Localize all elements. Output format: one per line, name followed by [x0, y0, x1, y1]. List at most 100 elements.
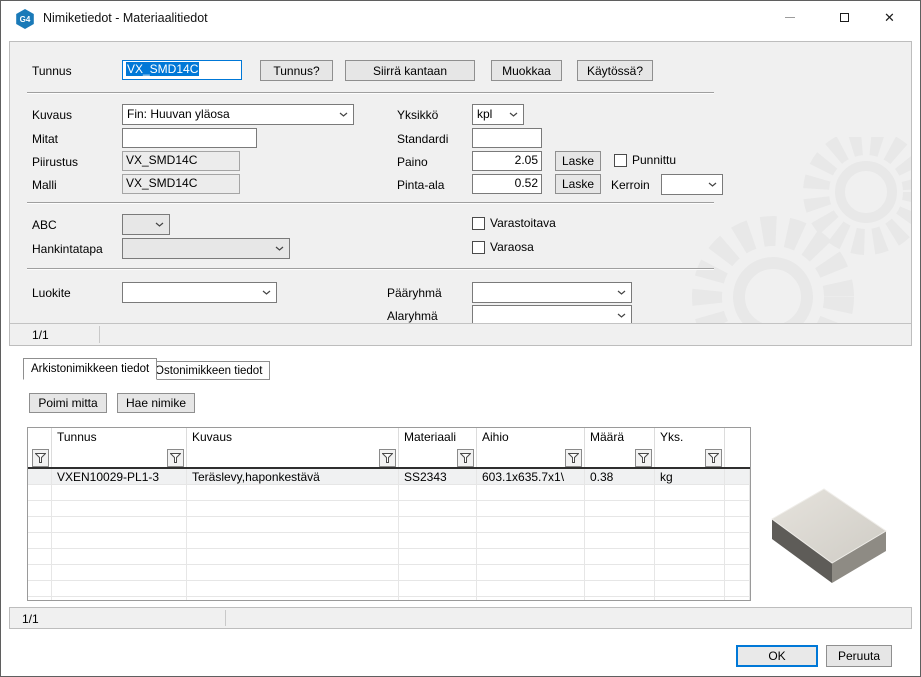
funnel-icon [170, 453, 181, 463]
maximize-button[interactable] [822, 1, 867, 33]
close-button[interactable]: ✕ [867, 1, 912, 33]
tunnus-label: Tunnus [32, 64, 72, 78]
paino-label: Paino [397, 155, 428, 169]
material-grid: Tunnus Kuvaus Materiaali Aihio Määrä Yks… [27, 427, 751, 601]
filter-cell-maara[interactable] [585, 448, 655, 467]
paino-input[interactable]: 2.05 [472, 151, 542, 171]
luokite-label: Luokite [32, 286, 71, 300]
poimi-mitta-button[interactable]: Poimi mitta [29, 393, 107, 413]
column-header-maara[interactable]: Määrä [585, 428, 655, 448]
column-header-tunnus[interactable]: Tunnus [52, 428, 187, 448]
paaryhma-combobox[interactable] [472, 282, 632, 303]
cell-yks[interactable]: kg [655, 469, 725, 484]
filter-funnel-button[interactable] [565, 449, 582, 467]
alaryhma-label: Alaryhmä [387, 309, 438, 323]
checkbox-box [472, 217, 485, 230]
gears-watermark-icon [681, 137, 911, 346]
grid-status-bar: 1/1 [9, 607, 912, 629]
abc-combobox[interactable] [122, 214, 170, 235]
hankintatapa-combobox[interactable] [122, 238, 290, 259]
hae-nimike-button[interactable]: Hae nimike [117, 393, 195, 413]
kerroin-combobox[interactable] [661, 174, 723, 195]
empty-table-row[interactable] [28, 565, 750, 581]
cell-aihio[interactable]: 603.1x635.7x1\ [477, 469, 585, 484]
empty-table-row[interactable] [28, 581, 750, 597]
punnittu-label: Punnittu [632, 153, 676, 167]
filter-cell-aihio[interactable] [477, 448, 585, 467]
material-form-panel: Tunnus VX_SMD14C Tunnus? Siirrä kantaan … [9, 41, 912, 346]
filter-cell-tunnus[interactable] [52, 448, 187, 467]
minimize-button[interactable] [767, 1, 812, 33]
laske-pinta-ala-button[interactable]: Laske [555, 174, 601, 194]
peruuta-button[interactable]: Peruuta [826, 645, 892, 667]
standardi-input[interactable] [472, 128, 542, 148]
filter-funnel-button[interactable] [379, 449, 396, 467]
yksikko-combobox[interactable]: kpl [472, 104, 524, 125]
row-selector-cell[interactable] [28, 469, 52, 484]
varastoitava-checkbox[interactable]: Varastoitava [472, 216, 556, 230]
empty-table-row[interactable] [28, 549, 750, 565]
empty-table-row[interactable] [28, 517, 750, 533]
row-selector-header [28, 428, 52, 448]
siirra-kantaan-button[interactable]: Siirrä kantaan [345, 60, 475, 81]
standardi-label: Standardi [397, 132, 448, 146]
column-header-materiaali[interactable]: Materiaali [399, 428, 477, 448]
empty-table-row[interactable] [28, 485, 750, 501]
cell-tunnus[interactable]: VXEN10029-PL1-3 [52, 469, 187, 484]
varaosa-checkbox[interactable]: Varaosa [472, 240, 534, 254]
piirustus-label: Piirustus [32, 155, 78, 169]
filter-cell-filler [725, 448, 750, 467]
luokite-combobox[interactable] [122, 282, 277, 303]
app-g4-icon: G4 [15, 9, 35, 29]
filter-cell-kuvaus[interactable] [187, 448, 399, 467]
filter-funnel-button[interactable] [705, 449, 722, 467]
empty-table-row[interactable] [28, 533, 750, 549]
chevron-down-icon [708, 182, 717, 187]
punnittu-checkbox[interactable]: Punnittu [614, 153, 676, 167]
pinta-ala-input[interactable]: 0.52 [472, 174, 542, 194]
kuvaus-combobox[interactable]: Fin: Huuvan yläosa [122, 104, 354, 125]
material-plate-3d-preview [764, 479, 894, 591]
cell-maara[interactable]: 0.38 [585, 469, 655, 484]
chevron-down-icon [617, 313, 626, 318]
mitat-input[interactable] [122, 128, 257, 148]
tunnus-input[interactable]: VX_SMD14C [122, 60, 242, 80]
filter-funnel-button[interactable] [635, 449, 652, 467]
checkbox-box [614, 154, 627, 167]
status-divider [225, 610, 226, 626]
separator [27, 202, 714, 204]
filter-funnel-button[interactable] [32, 449, 49, 467]
filter-cell-yks[interactable] [655, 448, 725, 467]
grid-record-counter: 1/1 [22, 612, 39, 626]
tab-ostonimikkeen-tiedot[interactable]: Ostonimikkeen tiedot [147, 361, 270, 380]
chevron-down-icon [155, 222, 164, 227]
column-header-kuvaus[interactable]: Kuvaus [187, 428, 399, 448]
cell-materiaali[interactable]: SS2343 [399, 469, 477, 484]
column-header-yks[interactable]: Yks. [655, 428, 725, 448]
tab-label: Arkistonimikkeen tiedot [31, 363, 149, 375]
chevron-down-icon [275, 246, 284, 251]
column-header-aihio[interactable]: Aihio [477, 428, 585, 448]
laske-paino-button[interactable]: Laske [555, 151, 601, 171]
form-record-status-bar: 1/1 [10, 323, 911, 345]
funnel-icon [708, 453, 719, 463]
muokkaa-button[interactable]: Muokkaa [491, 60, 562, 81]
tab-arkistonimikkeen-tiedot[interactable]: Arkistonimikkeen tiedot [23, 358, 157, 380]
kaytossa-button[interactable]: Käytössä? [577, 60, 653, 81]
filter-cell-materiaali[interactable] [399, 448, 477, 467]
kuvaus-value: Fin: Huuvan yläosa [127, 107, 230, 121]
checkbox-box [472, 241, 485, 254]
filter-funnel-button[interactable] [167, 449, 184, 467]
separator [27, 268, 714, 270]
varastoitava-label: Varastoitava [490, 216, 556, 230]
tunnus-query-button[interactable]: Tunnus? [260, 60, 333, 81]
yksikko-label: Yksikkö [397, 108, 438, 122]
empty-table-row[interactable] [28, 501, 750, 517]
cell-kuvaus[interactable]: Teräslevy,haponkestävä [187, 469, 399, 484]
funnel-icon [638, 453, 649, 463]
table-row[interactable]: VXEN10029-PL1-3 Teräslevy,haponkestävä S… [28, 469, 750, 485]
filter-funnel-button[interactable] [457, 449, 474, 467]
empty-table-row[interactable] [28, 597, 750, 601]
ok-button[interactable]: OK [736, 645, 818, 667]
maximize-icon [840, 13, 849, 22]
